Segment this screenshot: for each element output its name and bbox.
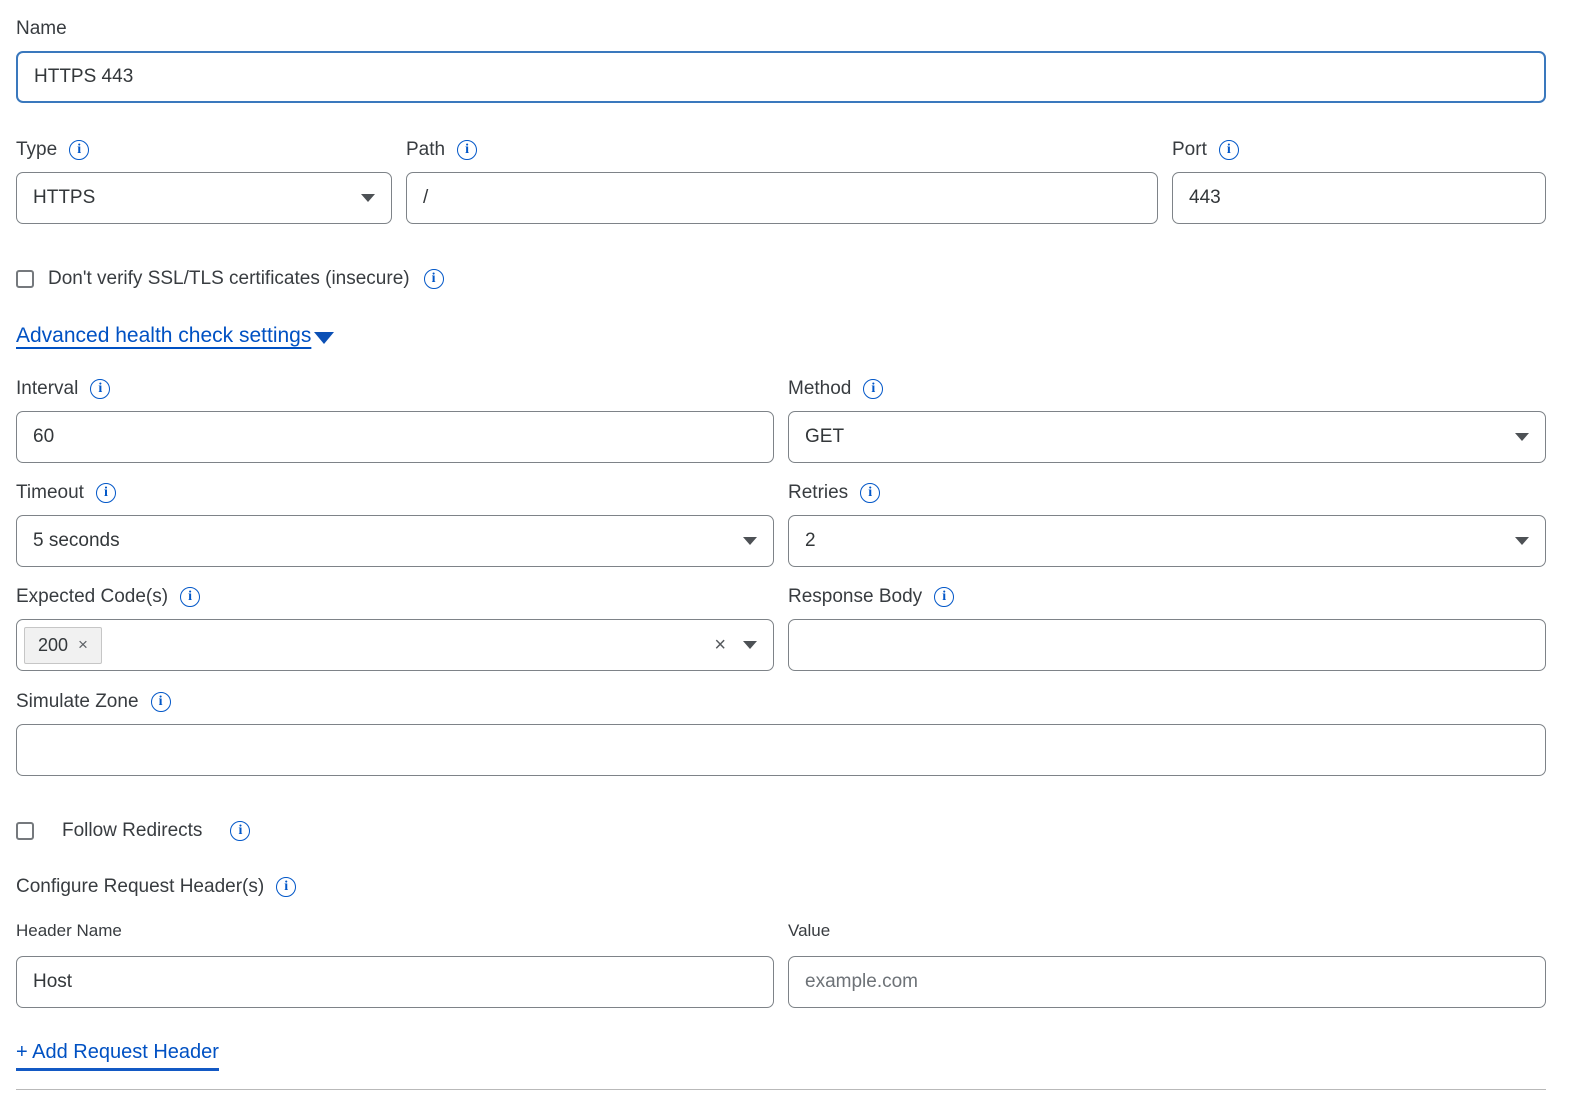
interval-label: Interval i [16,378,774,400]
response-body-label: Response Body i [788,586,1546,608]
method-info-icon[interactable]: i [863,379,883,399]
timeout-label-text: Timeout [16,482,84,504]
port-input[interactable] [1172,172,1546,224]
interval-label-text: Interval [16,378,78,400]
method-field: Method i GET [788,378,1546,463]
interval-field: Interval i [16,378,774,463]
response-body-info-icon[interactable]: i [934,587,954,607]
header-value-column-text: Value [788,921,830,941]
chevron-down-icon [1515,537,1529,545]
timeout-select-value: 5 seconds [33,530,743,552]
interval-method-row: Interval i Method i GET [16,378,1546,463]
add-request-header-row: + Add Request Header [16,1041,1546,1071]
response-body-input[interactable] [788,619,1546,671]
header-name-column-text: Header Name [16,921,122,941]
follow-redirects-row: Follow Redirects i [16,820,1546,842]
name-input[interactable] [16,51,1546,103]
simulate-zone-input[interactable] [16,724,1546,776]
type-info-icon[interactable]: i [69,140,89,160]
type-field: Type i HTTPS [16,139,392,224]
type-select-value: HTTPS [33,187,361,209]
timeout-label: Timeout i [16,482,774,504]
chevron-down-icon [1515,433,1529,441]
type-select[interactable]: HTTPS [16,172,392,224]
follow-redirects-label: Follow Redirects [62,820,202,842]
header-value-input[interactable] [788,956,1546,1008]
timeout-retries-row: Timeout i 5 seconds Retries i 2 [16,482,1546,567]
expected-codes-label-text: Expected Code(s) [16,586,168,608]
expected-code-tag: 200 × [24,627,102,664]
header-name-input[interactable] [16,956,774,1008]
path-label: Path i [406,139,1158,161]
method-select[interactable]: GET [788,411,1546,463]
codes-responsebody-row: Expected Code(s) i 200 × × Response Body… [16,586,1546,671]
expected-code-tag-text: 200 [38,635,68,656]
response-body-field: Response Body i [788,586,1546,671]
port-field: Port i [1172,139,1546,224]
chevron-down-icon [361,194,375,202]
request-headers-section-text: Configure Request Header(s) [16,876,264,898]
interval-input[interactable] [16,411,774,463]
path-field: Path i [406,139,1158,224]
header-name-column-label: Header Name [16,921,774,941]
clear-all-icon[interactable]: × [714,635,726,655]
add-request-header-link[interactable]: + Add Request Header [16,1041,219,1071]
expected-codes-multiselect[interactable]: 200 × × [16,619,774,671]
expected-codes-label: Expected Code(s) i [16,586,774,608]
port-label-text: Port [1172,139,1207,161]
simulate-zone-label-text: Simulate Zone [16,691,139,713]
path-info-icon[interactable]: i [457,140,477,160]
type-path-port-row: Type i HTTPS Path i Port i [16,139,1546,224]
port-label: Port i [1172,139,1546,161]
ssl-verify-checkbox-label: Don't verify SSL/TLS certificates (insec… [48,268,410,290]
ssl-verify-checkbox[interactable] [16,270,34,288]
chevron-down-icon [743,641,757,649]
retries-info-icon[interactable]: i [860,483,880,503]
section-divider [16,1089,1546,1090]
type-label-text: Type [16,139,57,161]
retries-label-text: Retries [788,482,848,504]
header-name-field: Header Name [16,921,774,1008]
header-value-column-label: Value [788,921,1546,941]
retries-label: Retries i [788,482,1546,504]
request-header-row: Header Name Value [16,921,1546,1008]
simulate-zone-field: Simulate Zone i [16,691,1546,776]
path-label-text: Path [406,139,445,161]
type-label: Type i [16,139,392,161]
retries-select-value: 2 [805,530,1515,552]
retries-field: Retries i 2 [788,482,1546,567]
response-body-label-text: Response Body [788,586,922,608]
path-input[interactable] [406,172,1158,224]
method-label-text: Method [788,378,851,400]
caret-down-icon [314,332,334,344]
retries-select[interactable]: 2 [788,515,1546,567]
method-label: Method i [788,378,1546,400]
expected-codes-field: Expected Code(s) i 200 × × [16,586,774,671]
request-headers-info-icon[interactable]: i [276,877,296,897]
follow-redirects-info-icon[interactable]: i [230,821,250,841]
interval-info-icon[interactable]: i [90,379,110,399]
expected-codes-info-icon[interactable]: i [180,587,200,607]
name-label: Name [16,18,1546,40]
advanced-settings-link-text: Advanced health check settings [16,324,311,348]
simulate-zone-info-icon[interactable]: i [151,692,171,712]
port-info-icon[interactable]: i [1219,140,1239,160]
header-value-field: Value [788,921,1546,1008]
tag-remove-icon[interactable]: × [78,635,88,655]
chevron-down-icon [743,537,757,545]
timeout-field: Timeout i 5 seconds [16,482,774,567]
request-headers-section-label: Configure Request Header(s) i [16,876,1546,898]
advanced-settings-link[interactable]: Advanced health check settings [16,324,334,348]
method-select-value: GET [805,426,1515,448]
ssl-verify-info-icon[interactable]: i [424,269,444,289]
advanced-settings-row: Advanced health check settings [16,324,1546,348]
health-check-form: Name Type i HTTPS Path i Port i [0,0,1570,1090]
ssl-verify-checkbox-row: Don't verify SSL/TLS certificates (insec… [16,268,1546,290]
timeout-select[interactable]: 5 seconds [16,515,774,567]
simulate-zone-label: Simulate Zone i [16,691,1546,713]
timeout-info-icon[interactable]: i [96,483,116,503]
follow-redirects-checkbox[interactable] [16,822,34,840]
name-label-text: Name [16,18,67,40]
